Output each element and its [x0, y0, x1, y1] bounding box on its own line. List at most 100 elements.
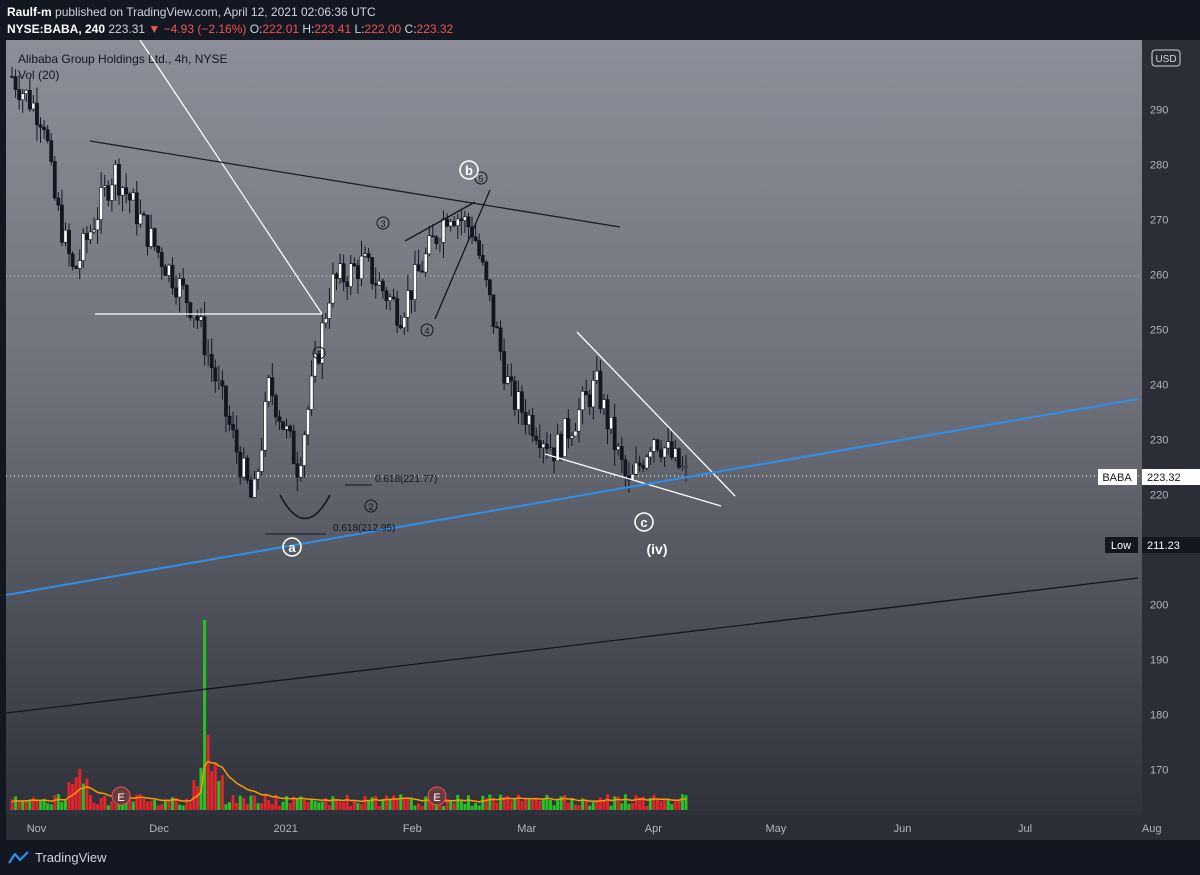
candle-body — [77, 260, 82, 269]
volume-bar — [442, 805, 446, 810]
volume-bar — [288, 802, 292, 810]
volume-bar — [623, 794, 627, 810]
candle-body — [552, 447, 556, 462]
volume-bar — [531, 799, 535, 810]
earnings-marker-1[interactable]: E — [111, 786, 131, 806]
candle-body — [163, 266, 168, 276]
candle-body — [438, 242, 442, 245]
candle-body — [81, 233, 86, 261]
candle-body — [109, 184, 114, 201]
candle-body — [669, 441, 674, 458]
volume-bar — [670, 803, 674, 810]
candle-body — [188, 302, 193, 318]
volume-bar — [616, 796, 620, 810]
volume-bar — [245, 804, 249, 810]
candle-body — [430, 235, 435, 238]
volume-bar — [424, 796, 428, 810]
candle-body — [441, 218, 446, 243]
high-value: 223.41 — [314, 22, 352, 36]
candle-body — [598, 370, 603, 409]
volume-bar — [606, 794, 610, 810]
volume-bar — [306, 802, 310, 810]
candle-body — [605, 399, 610, 430]
volume-bar — [17, 801, 21, 810]
volume-bar — [452, 803, 456, 810]
price-chart[interactable]: 0.618(221.77) 0.618(212.95) 1 2 3 4 5 b … — [0, 40, 1200, 840]
volume-bar — [56, 794, 60, 810]
volume-bar — [345, 794, 349, 810]
candle-body — [537, 440, 542, 448]
volume-bar — [666, 799, 670, 810]
volume-bar — [260, 803, 264, 810]
volume-bar — [363, 795, 367, 810]
price-tick-label: 280 — [1150, 159, 1168, 171]
svg-text:2: 2 — [368, 502, 373, 512]
candle-body — [252, 478, 257, 498]
candle-body — [84, 233, 89, 240]
candle-body — [520, 391, 524, 413]
volume-bar — [335, 799, 339, 810]
time-tick-label: Apr — [645, 823, 662, 835]
time-tick-label: Dec — [149, 823, 169, 835]
time-tick-label: May — [765, 823, 786, 835]
volume-bar — [96, 804, 100, 810]
volume-bar — [591, 802, 595, 810]
volume-bar — [566, 802, 570, 810]
time-tick-label: Jul — [1018, 823, 1032, 835]
symbol-label[interactable]: NYSE:BABA, 240 — [7, 22, 105, 36]
candle-body — [99, 187, 104, 220]
candle-body — [341, 263, 346, 283]
candle-body — [35, 102, 39, 126]
candle-body — [291, 430, 296, 465]
price-tick-label: 170 — [1150, 764, 1168, 776]
volume-bar — [53, 795, 57, 810]
low-value: 222.00 — [364, 22, 402, 36]
candle-body — [434, 236, 439, 245]
volume-bar — [499, 794, 503, 810]
volume-bar — [181, 805, 185, 810]
candle-body — [213, 367, 218, 382]
volume-bar — [477, 805, 481, 810]
candle-body — [95, 219, 100, 231]
volume-bar — [21, 800, 25, 810]
volume-bar — [509, 800, 513, 810]
candle-body — [391, 296, 396, 300]
candle-body — [138, 213, 143, 225]
candle-body — [181, 278, 186, 286]
candle-body — [220, 380, 225, 387]
candle-body — [637, 462, 642, 466]
candle-body — [612, 417, 617, 450]
candle-body — [120, 187, 125, 196]
volume-bar — [548, 799, 552, 810]
legend-title: Alibaba Group Holdings Ltd., 4h, NYSE — [18, 52, 227, 66]
price-tick-label: 230 — [1150, 434, 1168, 446]
candle-body — [156, 246, 161, 253]
volume-bar — [659, 801, 663, 810]
volume-bar — [481, 795, 485, 810]
volume-bar — [310, 799, 314, 810]
price-tag-low: Low 211.23 — [1105, 537, 1200, 553]
volume-bar — [449, 799, 453, 810]
candle-body — [224, 385, 228, 417]
candle-body — [602, 399, 606, 409]
candle-body — [666, 441, 671, 449]
candle-body — [152, 228, 157, 247]
volume-bar — [313, 801, 317, 810]
svg-text:3: 3 — [380, 219, 385, 229]
candle-body — [684, 466, 688, 468]
volume-bar — [195, 785, 199, 810]
candle-body — [131, 192, 136, 201]
tradingview-logo[interactable]: TradingView — [8, 850, 107, 865]
author-name[interactable]: Raulf-m — [7, 5, 52, 19]
volume-bar — [534, 797, 538, 810]
candle-body — [445, 218, 449, 227]
volume-bar — [242, 797, 246, 810]
volume-bar — [210, 771, 214, 810]
volume-bar — [60, 801, 64, 810]
candle-body — [67, 229, 71, 255]
candle-body — [534, 435, 539, 441]
volume-bar — [474, 803, 478, 810]
volume-bar — [160, 804, 164, 810]
earnings-marker-2[interactable]: E — [427, 786, 447, 806]
volume-bar — [220, 775, 224, 810]
